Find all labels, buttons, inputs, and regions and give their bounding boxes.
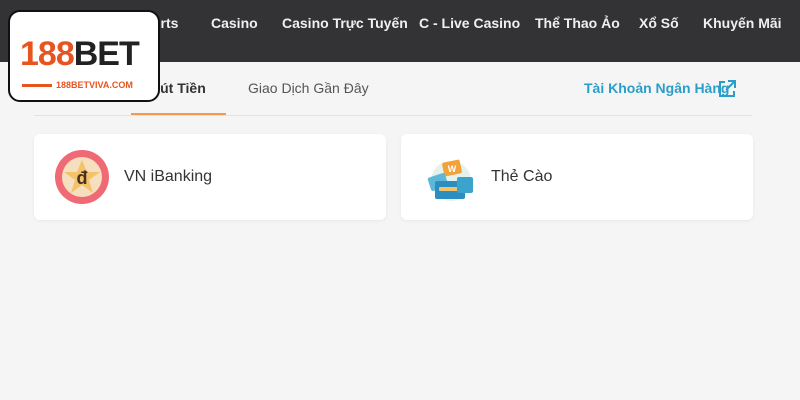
method-label: Thẻ Cào bbox=[491, 168, 553, 185]
logo-wordmark: 188BET bbox=[20, 34, 140, 74]
nav-item-virtual-sports[interactable]: Thể Thao Ảo bbox=[535, 15, 620, 35]
external-link-icon[interactable] bbox=[717, 79, 737, 99]
tab-recent-transactions[interactable]: Giao Dịch Gần Đây bbox=[248, 80, 369, 100]
nav-item-casino-online[interactable]: Casino Trực Tuyến bbox=[282, 15, 408, 35]
svg-text:đ: đ bbox=[77, 168, 88, 188]
brand-logo[interactable]: 188BET 188BETVIVA.COM bbox=[8, 10, 160, 102]
nav-item-casino[interactable]: Casino bbox=[211, 15, 258, 35]
logo-accent-bar bbox=[22, 84, 52, 87]
scratch-card-icon: W bbox=[421, 147, 477, 207]
nav-item-live-casino[interactable]: C - Live Casino bbox=[419, 15, 520, 35]
logo-word: BET bbox=[73, 35, 140, 73]
method-label: VN iBanking bbox=[124, 168, 213, 185]
nav-item-lottery[interactable]: Xổ Số bbox=[639, 15, 679, 35]
dong-coin-icon: đ bbox=[54, 147, 110, 207]
svg-text:W: W bbox=[448, 164, 457, 174]
bank-account-link[interactable]: Tài Khoản Ngân Hàng bbox=[584, 80, 729, 100]
nav-item-promotions[interactable]: Khuyến Mãi bbox=[703, 15, 782, 35]
logo-url: 188BETVIVA.COM bbox=[56, 80, 133, 90]
method-card-scratch-card[interactable]: W Thẻ Cào bbox=[401, 134, 753, 220]
logo-number: 188 bbox=[20, 35, 75, 73]
tabs-divider bbox=[34, 115, 752, 116]
method-card-vn-ibanking[interactable]: đ VN iBanking bbox=[34, 134, 386, 220]
